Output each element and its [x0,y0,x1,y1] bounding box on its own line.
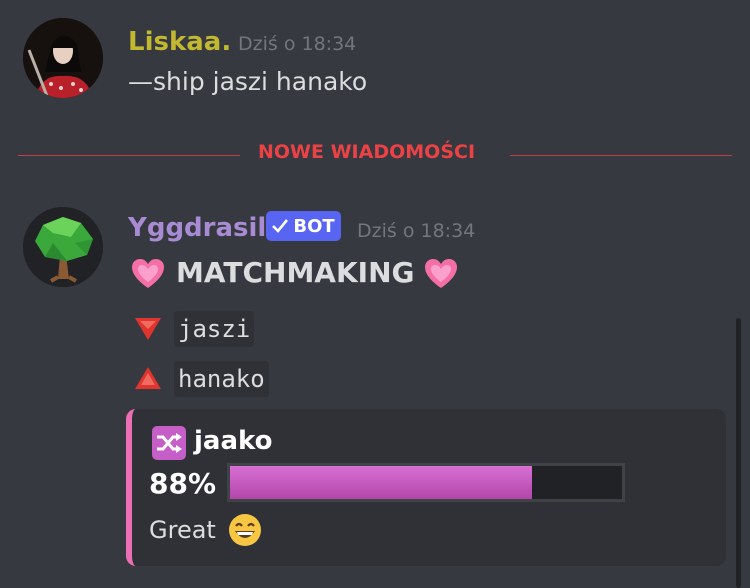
avatar[interactable] [23,18,103,98]
match-percent: 88% [149,467,217,500]
embed-title: jaako [194,426,273,456]
message-timestamp: Dziś o 18:34 [238,33,357,55]
red-down-triangle-icon [135,318,161,340]
growing-heart-icon [425,259,457,288]
girl-avatar-icon [23,18,103,98]
checkmark-icon [272,219,289,233]
match-embed: jaako 88% Great [126,409,726,566]
growing-heart-icon [132,259,164,288]
author-name[interactable]: Liskaa. [128,27,231,57]
bot-author-name[interactable]: Yggdrasil [128,213,266,243]
bot-message-timestamp: Dziś o 18:34 [357,220,476,242]
divider-line-right [510,155,732,156]
message-text: —ship jaszi hanako [128,67,368,96]
divider-line-left [18,155,240,156]
red-up-triangle-icon [135,367,161,389]
scrollbar[interactable] [736,318,741,588]
new-messages-divider-label: NOWE WIADOMOŚCI [258,141,476,163]
matchmaking-title: MATCHMAKING [176,256,415,289]
match-verdict: Great [149,516,216,544]
bot-avatar[interactable] [23,207,103,287]
twisted-arrows-icon [152,426,186,460]
bot-badge: BOT [266,211,341,241]
bot-badge-label: BOT [293,215,335,237]
tree-icon [23,207,103,287]
code-name-down: jaszi [174,311,255,347]
code-name-up: hanako [174,361,269,397]
grinning-face-icon [229,514,261,546]
match-progress-fill [230,466,532,499]
match-progress-bar [227,463,625,502]
